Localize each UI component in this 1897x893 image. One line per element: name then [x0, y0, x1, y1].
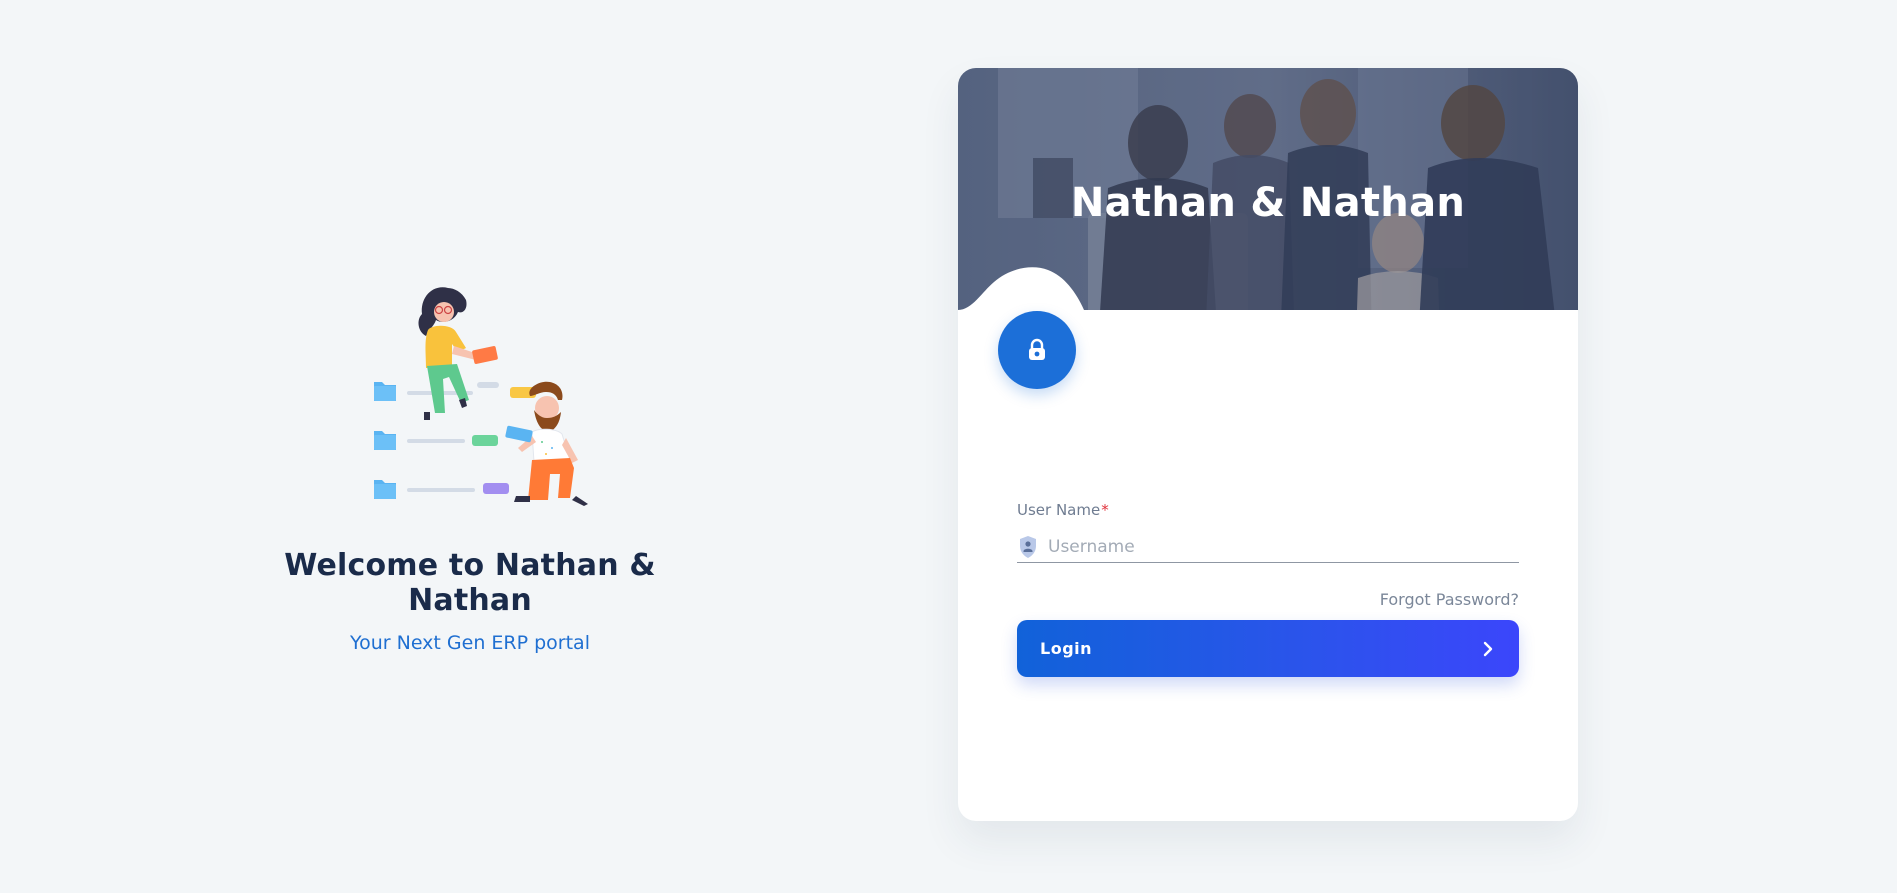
illustration-graphic — [374, 287, 588, 506]
login-form: User Name* Forgot Password? Login — [1017, 500, 1519, 677]
username-input[interactable] — [1048, 532, 1519, 561]
login-button[interactable]: Login — [1017, 620, 1519, 677]
user-shield-icon — [1017, 535, 1039, 559]
folder-icon — [374, 431, 396, 450]
username-label: User Name* — [1017, 501, 1109, 519]
login-card: Nathan & Nathan User Name* Fo — [958, 68, 1578, 821]
required-mark: * — [1101, 501, 1109, 519]
username-field — [1017, 531, 1519, 563]
welcome-title: Welcome to Nathan & Nathan — [284, 548, 656, 618]
team-illustration — [320, 270, 620, 530]
man-figure — [505, 381, 588, 506]
login-button-label: Login — [1040, 639, 1093, 658]
lock-badge — [998, 311, 1076, 389]
brand-title: Nathan & Nathan — [1070, 180, 1466, 226]
folder-icon — [374, 382, 396, 401]
woman-figure — [418, 287, 498, 420]
welcome-subtitle: Your Next Gen ERP portal — [350, 632, 590, 654]
welcome-section: Welcome to Nathan & Nathan Your Next Gen… — [220, 270, 720, 654]
lock-icon — [1029, 338, 1045, 360]
chevron-right-icon — [1479, 640, 1497, 658]
login-banner: Nathan & Nathan — [958, 68, 1578, 343]
username-label-text: User Name — [1017, 501, 1101, 519]
forgot-password-row: Forgot Password? — [1017, 590, 1519, 609]
forgot-password-link[interactable]: Forgot Password? — [1380, 590, 1519, 609]
folder-icon — [374, 480, 396, 499]
